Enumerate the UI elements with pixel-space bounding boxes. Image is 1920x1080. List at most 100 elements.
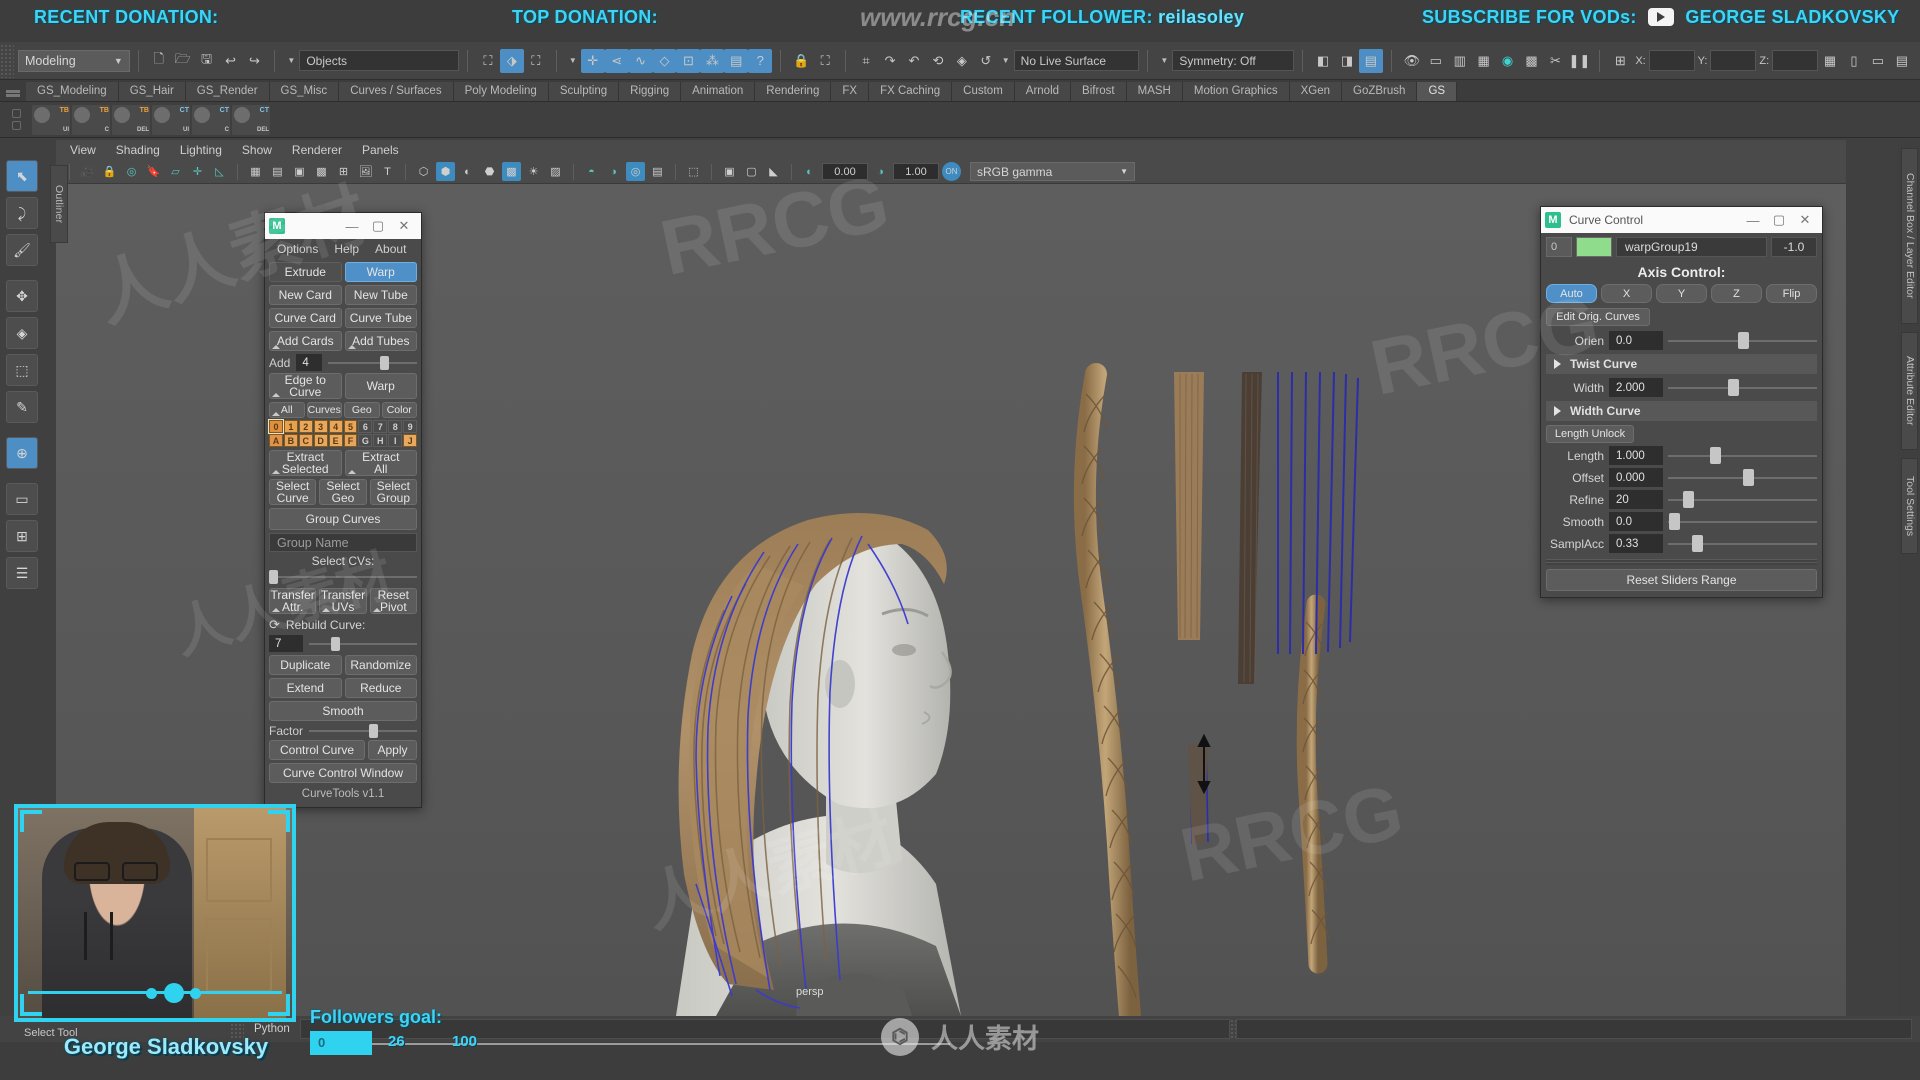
workspace-horizontal-icon[interactable]: ▭ — [1866, 49, 1890, 73]
shelf-tab-rendering[interactable]: Rendering — [755, 82, 832, 101]
tab-attribute-editor[interactable]: Attribute Editor — [1901, 332, 1918, 450]
shelf-tab-gs-modeling[interactable]: GS_Modeling — [26, 82, 119, 101]
color-swatch-6[interactable]: 6 — [358, 420, 373, 433]
shelf-tab-custom[interactable]: Custom — [952, 82, 1015, 101]
apply-button[interactable]: Apply — [368, 740, 417, 760]
selection-mask-arrow-icon[interactable]: ▼ — [283, 56, 299, 65]
sidebar-right-icon[interactable]: ◨ — [1335, 49, 1359, 73]
warp-mode-button[interactable]: Warp — [344, 262, 417, 282]
select-component-icon[interactable]: ⛶ — [524, 49, 548, 73]
lock-selection-icon[interactable]: 🔒 — [789, 49, 813, 73]
exposure-value[interactable]: 0.00 — [822, 163, 868, 180]
add-cards-button[interactable]: Add Cards — [269, 331, 342, 351]
color-swatch-I[interactable]: I — [388, 434, 403, 447]
edit-orig-curves-button[interactable]: Edit Orig. Curves — [1546, 308, 1650, 326]
group-name-field[interactable]: warpGroup19 — [1616, 237, 1767, 257]
open-scene-icon[interactable]: 🗁 — [171, 49, 195, 73]
mask-deformers-icon[interactable]: ⊡ — [676, 48, 701, 73]
shelf-tab-sculpting[interactable]: Sculpting — [548, 82, 620, 101]
color-swatch-H[interactable]: H — [373, 434, 388, 447]
mask-dynamics-icon[interactable]: ⁂ — [700, 48, 725, 73]
reduce-button[interactable]: Reduce — [344, 678, 417, 698]
mask-rendering-icon[interactable]: ▤ — [724, 48, 749, 73]
shelf-options-handle[interactable] — [0, 109, 32, 130]
shelf-tab-gs[interactable]: GS — [1417, 82, 1458, 101]
xray-icon[interactable]: ⬚ — [684, 162, 703, 181]
group-color-swatch[interactable] — [1576, 237, 1612, 257]
move-tool-icon[interactable]: ✥ — [6, 280, 38, 312]
shelf-tab-poly-modeling[interactable]: Poly Modeling — [453, 82, 549, 101]
coord-z-field[interactable] — [1772, 50, 1819, 71]
slider-value-offset[interactable]: 0.000 — [1609, 468, 1663, 487]
group-index[interactable]: 0 — [1546, 237, 1572, 257]
curvetools-menu-options[interactable]: Options — [277, 242, 318, 256]
color-swatch-E[interactable]: E — [328, 434, 343, 447]
select-geo-button[interactable]: Select Geo — [319, 479, 367, 505]
selection-mask-field[interactable]: Objects — [299, 50, 459, 71]
select-object-icon[interactable]: ⬗ — [499, 48, 524, 73]
textures-icon[interactable]: ▩ — [502, 162, 521, 181]
viewport-menu-show[interactable]: Show — [242, 143, 272, 157]
layout-outliner-icon[interactable]: ☰ — [6, 557, 38, 589]
axis-button-z[interactable]: Z — [1711, 284, 1762, 303]
ipr-render-icon[interactable]: ▥ — [1448, 49, 1472, 73]
scale-tool-icon[interactable]: ⬚ — [6, 354, 38, 386]
axis-button-y[interactable]: Y — [1656, 284, 1707, 303]
curvetools-menu-about[interactable]: About — [375, 242, 406, 256]
shelf-button-tb-c[interactable]: TB C — [72, 104, 110, 135]
minimize-icon[interactable]: — — [339, 215, 365, 237]
coord-x-field[interactable] — [1648, 50, 1695, 71]
workspace-panel-icon[interactable]: ▤ — [1890, 49, 1914, 73]
snap-grid-icon[interactable]: ⌗ — [854, 49, 878, 73]
shelf-tab-fx-caching[interactable]: FX Caching — [869, 82, 953, 101]
close-icon[interactable]: ✕ — [1792, 209, 1818, 231]
color-swatch-9[interactable]: 9 — [403, 420, 418, 433]
transfer-attr-button[interactable]: Transfer Attr. — [269, 588, 317, 614]
curvetools-menu-help[interactable]: Help — [334, 242, 359, 256]
shelf-tab-animation[interactable]: Animation — [681, 82, 756, 101]
duplicate-button[interactable]: Duplicate — [269, 655, 342, 675]
mask-misc-icon[interactable]: ? — [748, 48, 773, 73]
sidebar-tab-outliner[interactable]: Outliner — [50, 165, 68, 243]
width-value[interactable]: 2.000 — [1609, 378, 1663, 397]
menuset-dropdown[interactable]: Modeling ▼ — [17, 49, 130, 72]
curve-tube-button[interactable]: Curve Tube — [344, 308, 417, 328]
color-swatch-2[interactable]: 2 — [298, 420, 313, 433]
twist-curve-section[interactable]: Twist Curve — [1546, 354, 1817, 374]
resolution-gate-icon[interactable]: ▣ — [290, 162, 309, 181]
color-swatch-8[interactable]: 8 — [388, 420, 403, 433]
minimize-icon[interactable]: — — [1740, 209, 1766, 231]
close-icon[interactable]: ✕ — [391, 215, 417, 237]
extract-selected-button[interactable]: Extract Selected — [269, 450, 342, 476]
factor-slider[interactable] — [309, 724, 417, 738]
curvetools-titlebar[interactable]: M — ▢ ✕ — [265, 213, 421, 239]
shelf-button-ct-c[interactable]: CT C — [192, 104, 230, 135]
transfer-uvs-button[interactable]: Transfer UVs — [319, 588, 367, 614]
extract-all-button[interactable]: Extract All — [344, 450, 417, 476]
safe-title-icon[interactable]: T — [378, 162, 397, 181]
flat-shade-icon[interactable]: ⬣ — [480, 162, 499, 181]
shelf-tab-gs-hair[interactable]: GS_Hair — [118, 82, 186, 101]
color-swatch-B[interactable]: B — [283, 434, 298, 447]
image-plane-icon[interactable]: ▱ — [166, 162, 185, 181]
live-surface-arrow-icon[interactable]: ▼ — [998, 56, 1014, 65]
last-tool-icon[interactable]: ✎ — [6, 391, 38, 423]
render-region-icon[interactable]: ✂ — [1544, 49, 1568, 73]
twopoint-icon[interactable]: ✛ — [188, 162, 207, 181]
live-surface-field[interactable]: No Live Surface — [1013, 50, 1140, 71]
slider-value-smooth[interactable]: 0.0 — [1609, 512, 1663, 531]
reset-sliders-range-button[interactable]: Reset Sliders Range — [1546, 569, 1817, 591]
snap-point-icon[interactable]: ↶ — [902, 49, 926, 73]
workspace-grid-icon[interactable]: ▦ — [1818, 49, 1842, 73]
curve-control-titlebar[interactable]: M Curve Control — ▢ ✕ — [1541, 207, 1822, 233]
youtube-icon[interactable] — [1648, 8, 1675, 26]
axis-button-auto[interactable]: Auto — [1546, 284, 1597, 303]
lighting-icon[interactable]: ☀ — [524, 162, 543, 181]
shelf-tab-curves-surfaces[interactable]: Curves / Surfaces — [339, 82, 454, 101]
slider-offset[interactable] — [1668, 469, 1817, 486]
filter-curves-button[interactable]: Curves — [306, 402, 342, 418]
sidebar-left-icon[interactable]: ◧ — [1311, 49, 1335, 73]
shelf-tab-gs-misc[interactable]: GS_Misc — [269, 82, 340, 101]
shelf-button-tb-del[interactable]: TB DEL — [112, 104, 150, 135]
maximize-icon[interactable]: ▢ — [1766, 209, 1792, 231]
